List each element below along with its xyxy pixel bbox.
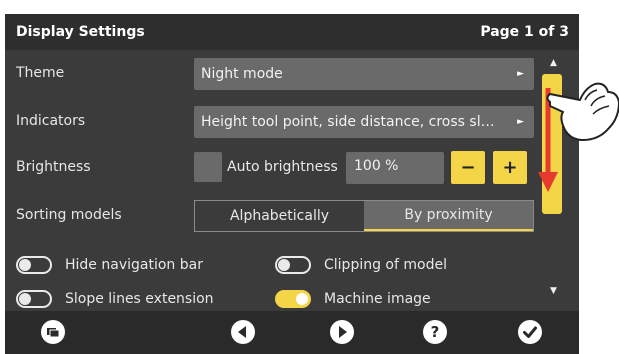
help-button[interactable]: ? [422,319,448,345]
scroll-down-icon[interactable]: ▼ [550,286,557,296]
clipping-of-model-toggle-item[interactable]: Clipping of model [275,256,447,274]
hide-navigation-bar-toggle-item[interactable]: Hide navigation bar [16,256,203,274]
confirm-icon [518,320,542,344]
indicators-label: Indicators [16,113,86,129]
toggle-switch[interactable] [16,290,52,308]
toggle-knob [19,259,31,271]
help-icon: ? [423,320,447,344]
brightness-value: 100 % [354,158,399,174]
scroll-up-icon[interactable]: ▲ [550,58,557,68]
sorting-segmented-control: Alphabetically By proximity [194,200,534,232]
sort-by-proximity-option[interactable]: By proximity [364,201,533,231]
vertical-scrollbar[interactable]: ▲ ▼ [542,58,568,328]
scrollbar-thumb[interactable] [542,74,562,214]
next-button[interactable] [329,319,355,345]
bottom-navigation-bar: ? [5,311,579,354]
slope-lines-extension-toggle-item[interactable]: Slope lines extension [16,290,214,308]
files-button[interactable] [40,319,66,345]
confirm-button[interactable] [517,319,543,345]
plus-icon: + [502,157,518,178]
toggle-knob [278,259,290,271]
theme-select[interactable]: Night mode ► [194,58,534,90]
toggle-switch[interactable] [275,256,311,274]
brightness-value-field[interactable]: 100 % [346,152,444,184]
page-title: Display Settings [16,24,145,40]
toggle-knob [296,293,308,305]
toggle-switch[interactable] [275,290,311,308]
sort-alphabetically-option[interactable]: Alphabetically [195,201,364,231]
theme-label: Theme [16,65,65,81]
next-icon [330,320,354,344]
page-indicator: Page 1 of 3 [480,24,569,40]
minus-icon: − [460,157,476,178]
toggle-label: Slope lines extension [65,291,214,307]
brightness-label: Brightness [16,159,91,175]
sort-option-label: Alphabetically [229,208,330,224]
dropdown-arrow-icon: ► [517,69,524,79]
toggle-knob [19,293,31,305]
indicators-value: Height tool point, side distance, cross … [201,114,495,130]
header-bar: Display Settings Page 1 of 3 [5,14,579,50]
dropdown-arrow-icon: ► [517,117,524,127]
toggle-label: Hide navigation bar [65,257,203,273]
sort-option-label: By proximity [404,207,493,223]
theme-value: Night mode [201,66,283,82]
brightness-decrease-button[interactable]: − [451,151,485,184]
previous-button[interactable] [230,319,256,345]
previous-icon [231,320,255,344]
files-icon [41,320,65,344]
indicators-select[interactable]: Height tool point, side distance, cross … [194,106,534,138]
toggle-label: Clipping of model [324,257,447,273]
toggle-label: Machine image [324,291,431,307]
auto-brightness-checkbox[interactable] [194,152,222,182]
sorting-models-label: Sorting models [16,207,122,223]
toggle-switch[interactable] [16,256,52,274]
display-settings-screen: Display Settings Page 1 of 3 Theme Night… [5,14,579,354]
brightness-increase-button[interactable]: + [493,151,527,184]
machine-image-toggle-item[interactable]: Machine image [275,290,431,308]
auto-brightness-label: Auto brightness [227,159,338,175]
